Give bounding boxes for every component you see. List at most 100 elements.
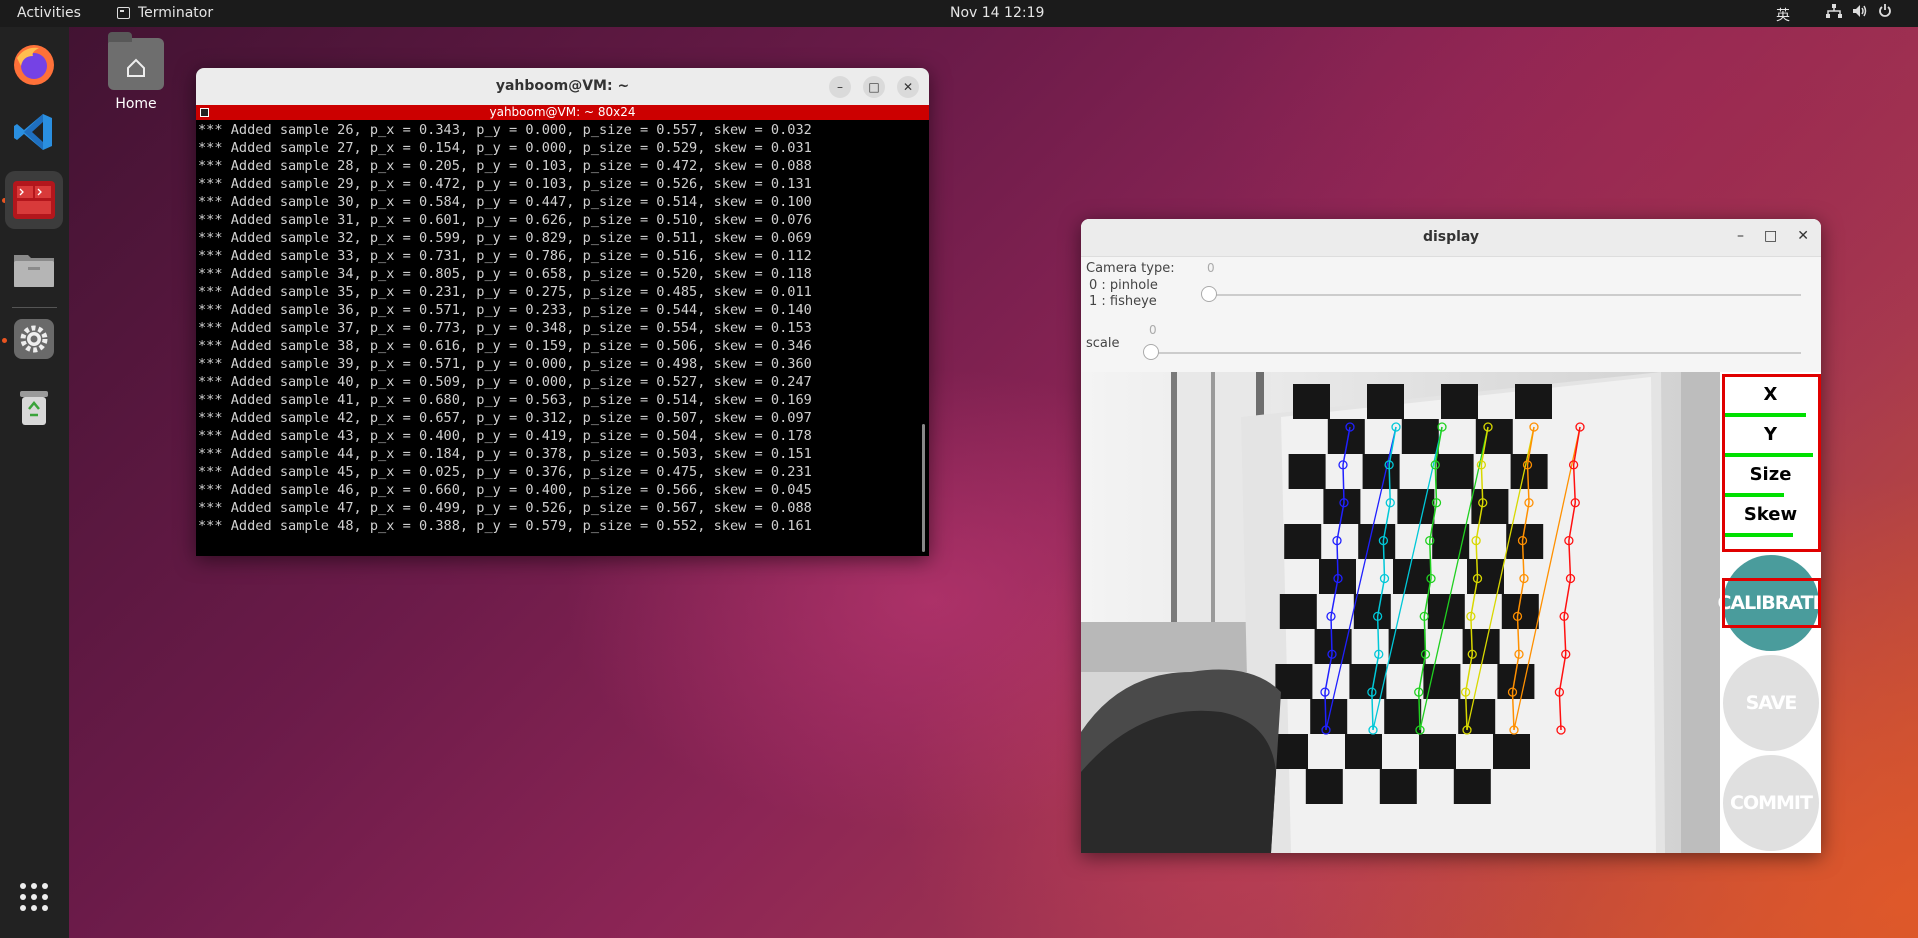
display-window[interactable]: display – □ ✕ Camera type: 0 : pinhole 1… xyxy=(1081,219,1821,853)
power-icon xyxy=(1878,4,1892,22)
camera-type-slider-track[interactable] xyxy=(1207,294,1801,296)
close-button[interactable]: ✕ xyxy=(897,76,919,98)
desktop-home-folder[interactable]: Home xyxy=(104,32,168,112)
checkerboard-square xyxy=(1453,769,1491,804)
terminal-scrollbar[interactable] xyxy=(922,424,925,552)
app-menu[interactable]: Terminator xyxy=(117,5,213,21)
checkerboard-square xyxy=(1423,664,1461,699)
checkerboard-square xyxy=(1345,734,1382,769)
scale-label: scale xyxy=(1086,336,1120,351)
terminal-tab-bar[interactable]: yahboom@VM: ~ 80x24 xyxy=(196,105,929,120)
terminal-line: *** Added sample 47, p_x = 0.499, p_y = … xyxy=(198,500,812,516)
settings-icon xyxy=(14,319,54,359)
checkerboard-square xyxy=(1279,594,1317,629)
camera-type-option-pinhole: 0 : pinhole xyxy=(1089,278,1158,293)
save-button[interactable]: SAVE xyxy=(1723,655,1819,751)
terminator-icon xyxy=(13,181,55,219)
terminator-group-icon[interactable] xyxy=(200,108,209,117)
terminal-tab-title: yahboom@VM: ~ 80x24 xyxy=(489,105,636,119)
checkerboard-square xyxy=(1462,629,1500,664)
camera-type-label: Camera type: xyxy=(1086,261,1175,276)
dock-item-firefox[interactable] xyxy=(5,36,63,94)
system-tray[interactable] xyxy=(1826,4,1892,22)
app-grid-icon xyxy=(20,883,48,911)
checkerboard-square xyxy=(1401,419,1439,454)
checkerboard-square xyxy=(1432,524,1470,559)
camera-feed xyxy=(1081,372,1720,853)
terminal-line: *** Added sample 28, p_x = 0.205, p_y = … xyxy=(198,158,812,174)
terminal-line: *** Added sample 40, p_x = 0.509, p_y = … xyxy=(198,374,812,390)
terminal-line: *** Added sample 36, p_x = 0.571, p_y = … xyxy=(198,302,812,318)
scale-value: 0 xyxy=(1149,323,1157,337)
size-progress-bar xyxy=(1725,493,1784,497)
scale-slider-knob[interactable] xyxy=(1143,344,1159,360)
terminal-line: *** Added sample 30, p_x = 0.584, p_y = … xyxy=(198,194,812,210)
terminal-line: *** Added sample 35, p_x = 0.231, p_y = … xyxy=(198,284,812,300)
volume-icon xyxy=(1852,4,1868,22)
maximize-button[interactable]: □ xyxy=(863,76,885,98)
clock[interactable]: Nov 14 12:19 xyxy=(950,5,1044,21)
checkerboard-square xyxy=(1362,454,1400,489)
x-progress-label: X xyxy=(1763,384,1778,405)
terminal-line: *** Added sample 41, p_x = 0.680, p_y = … xyxy=(198,392,812,408)
trash-icon xyxy=(20,391,48,425)
vscode-icon xyxy=(14,114,52,150)
checkerboard-square xyxy=(1397,489,1435,524)
checkerboard-square xyxy=(1353,594,1391,629)
terminal-line: *** Added sample 34, p_x = 0.805, p_y = … xyxy=(198,266,812,282)
camera-image xyxy=(1081,372,1720,853)
display-titlebar[interactable]: display – □ ✕ xyxy=(1081,219,1821,257)
commit-button[interactable]: COMMIT xyxy=(1723,755,1819,851)
terminal-line: *** Added sample 37, p_x = 0.773, p_y = … xyxy=(198,320,812,336)
terminal-line: *** Added sample 48, p_x = 0.388, p_y = … xyxy=(198,518,812,534)
terminal-line: *** Added sample 33, p_x = 0.731, p_y = … xyxy=(198,248,812,264)
terminal-line: *** Added sample 39, p_x = 0.571, p_y = … xyxy=(198,356,812,372)
app-menu-label: Terminator xyxy=(138,5,214,21)
skew-progress-label: Skew xyxy=(1743,504,1798,525)
input-method-indicator[interactable]: 英 xyxy=(1776,5,1790,25)
dock-item-app-grid[interactable] xyxy=(5,868,63,926)
terminal-icon xyxy=(117,7,130,19)
dock-item-settings[interactable] xyxy=(5,310,63,368)
terminal-titlebar[interactable]: yahboom@VM: ~ – □ ✕ xyxy=(196,68,929,105)
camera-type-value: 0 xyxy=(1207,261,1215,275)
checkerboard-square xyxy=(1367,384,1404,419)
calibration-panel: X Y Size Skew CALIBRATE SAVE COMMIT xyxy=(1717,372,1821,853)
checkerboard-square xyxy=(1358,524,1396,559)
dock-item-files[interactable] xyxy=(5,240,63,298)
y-progress-label: Y xyxy=(1763,424,1778,445)
skew-progress-bar xyxy=(1725,533,1793,537)
minimize-button[interactable]: – xyxy=(1737,228,1744,244)
home-folder-icon xyxy=(108,32,164,90)
dock-item-trash[interactable] xyxy=(5,378,63,436)
camera-type-slider-knob[interactable] xyxy=(1201,286,1217,302)
terminal-output[interactable]: *** Added sample 26, p_x = 0.343, p_y = … xyxy=(196,120,929,535)
minimize-button[interactable]: – xyxy=(829,76,851,98)
terminal-line: *** Added sample 43, p_x = 0.400, p_y = … xyxy=(198,428,812,444)
maximize-button[interactable]: □ xyxy=(1764,228,1777,244)
activities-button[interactable]: Activities xyxy=(17,5,81,21)
terminal-title: yahboom@VM: ~ xyxy=(495,78,630,94)
files-icon xyxy=(14,255,54,287)
terminal-line: *** Added sample 32, p_x = 0.599, p_y = … xyxy=(198,230,812,246)
terminal-line: *** Added sample 31, p_x = 0.601, p_y = … xyxy=(198,212,812,228)
calibrate-highlight xyxy=(1722,578,1821,628)
checkerboard-square xyxy=(1441,384,1478,419)
checkerboard-square xyxy=(1493,734,1530,769)
checkerboard-square xyxy=(1515,384,1552,419)
size-progress-label: Size xyxy=(1749,464,1792,485)
scale-slider-track[interactable] xyxy=(1149,352,1801,354)
close-button[interactable]: ✕ xyxy=(1797,228,1809,244)
checkerboard-square xyxy=(1393,559,1430,594)
terminal-window[interactable]: yahboom@VM: ~ – □ ✕ yahboom@VM: ~ 80x24 … xyxy=(196,68,929,556)
terminal-line: *** Added sample 42, p_x = 0.657, p_y = … xyxy=(198,410,812,426)
terminal-line: *** Added sample 38, p_x = 0.616, p_y = … xyxy=(198,338,812,354)
dock xyxy=(0,27,69,938)
dock-item-terminator[interactable] xyxy=(5,171,63,229)
dock-separator xyxy=(12,307,57,308)
firefox-icon xyxy=(14,45,54,85)
checkerboard-square xyxy=(1305,769,1343,804)
terminal-line: *** Added sample 27, p_x = 0.154, p_y = … xyxy=(198,140,812,156)
dock-item-vscode[interactable] xyxy=(5,103,63,161)
checkerboard-square xyxy=(1379,769,1417,804)
